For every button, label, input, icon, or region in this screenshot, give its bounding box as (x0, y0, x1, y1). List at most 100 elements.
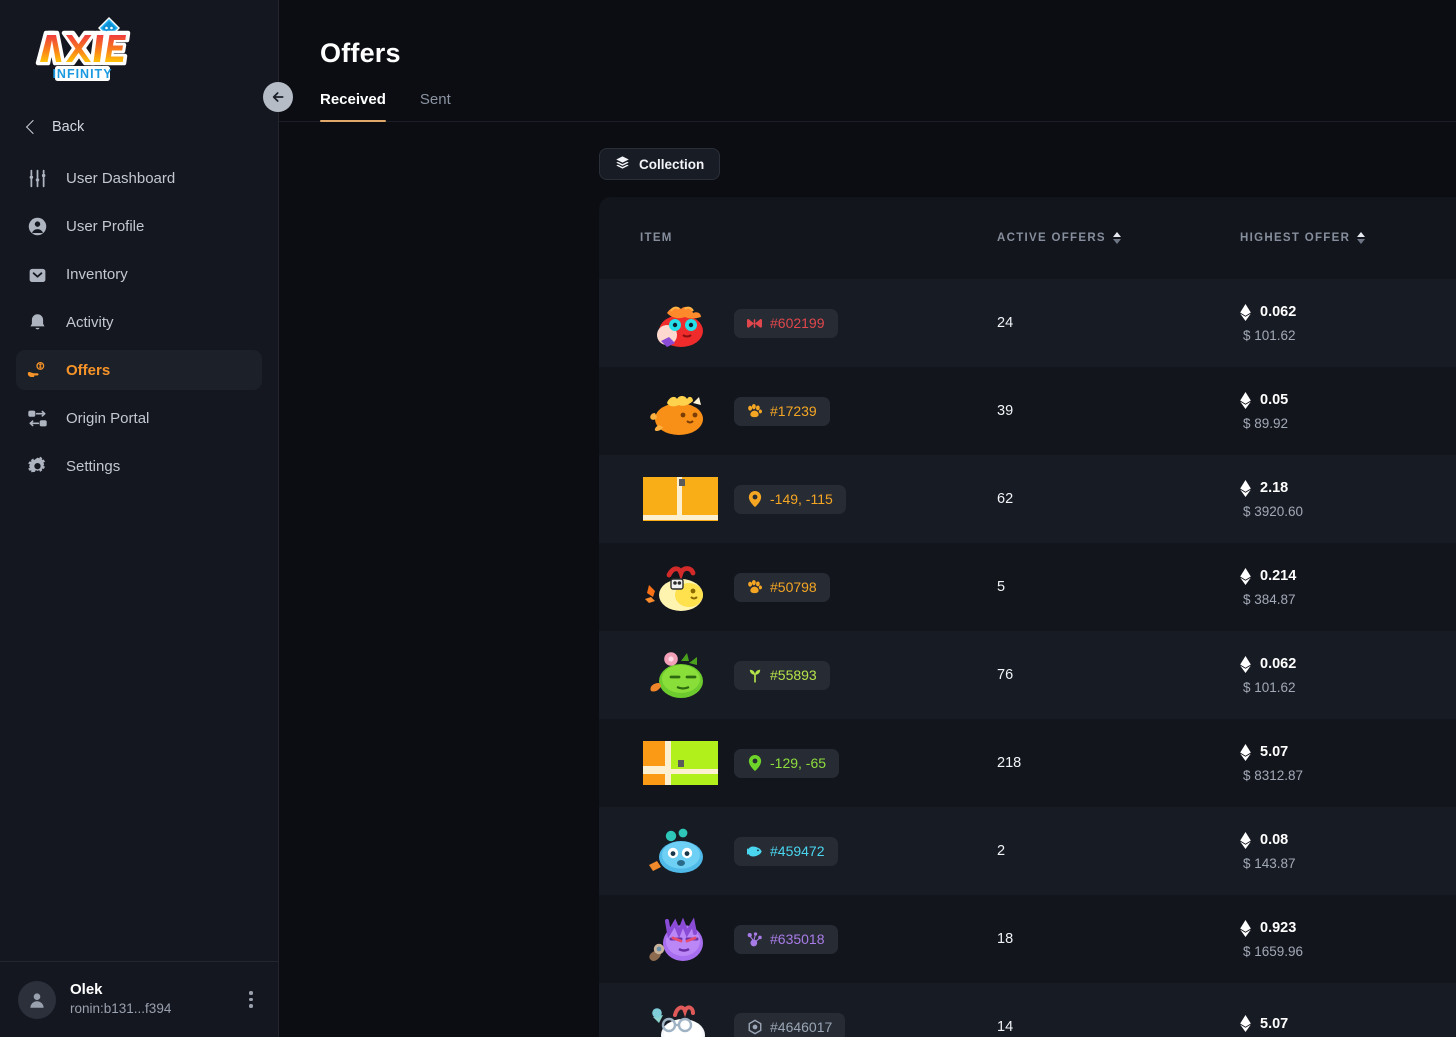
axie-white-mystic-icon (643, 1001, 715, 1037)
column-header-active-offers-label: ACTIVE OFFERS (997, 232, 1106, 244)
active-offers-value: 18 (997, 931, 1240, 947)
chevron-left-icon (26, 120, 40, 134)
sort-arrows-icon[interactable] (1113, 232, 1121, 244)
svg-text:INFINITY: INFINITY (52, 67, 112, 81)
sidebar-back-label: Back (52, 119, 84, 135)
item-badge-label: #635018 (770, 931, 825, 947)
sidebar-item-user-dashboard[interactable]: User Dashboard (16, 158, 262, 198)
sidebar-back-button[interactable]: Back (16, 110, 262, 144)
item-cell: #459472 (640, 825, 997, 877)
price-eth: 0.214 (1240, 568, 1456, 585)
price-eth-value: 5.07 (1260, 1016, 1288, 1032)
eth-icon (1240, 480, 1251, 497)
sidebar-item-settings[interactable]: Settings (16, 446, 262, 486)
active-offers-value: 218 (997, 755, 1240, 771)
item-thumbnail (640, 1001, 718, 1037)
bell-icon (26, 311, 48, 333)
paw-icon (747, 404, 762, 419)
active-offers-value: 14 (997, 1019, 1240, 1035)
sidebar-item-inventory[interactable]: Inventory (16, 254, 262, 294)
table-row[interactable]: #55893 76 0.062 $ 101.62 Accept Highest … (599, 631, 1456, 719)
axie-orange-beast-icon (643, 385, 715, 437)
table-row[interactable]: -129, -65 218 5.07 $ 8312.87 Accept High… (599, 719, 1456, 807)
item-badge: #459472 (734, 837, 838, 866)
table-row[interactable]: #17239 39 0.05 $ 89.92 Accept Highest Of… (599, 367, 1456, 455)
sprout-icon (747, 668, 762, 683)
land-plot-forest-icon (640, 739, 718, 787)
gem-icon (747, 1020, 762, 1035)
price-usd-value: $ 1659.96 (1240, 944, 1456, 959)
axie-logo-icon: INFINITY (24, 14, 136, 86)
axie-purple-dusk-icon (643, 913, 715, 965)
eth-icon (1240, 656, 1251, 673)
sort-arrows-icon[interactable] (1357, 232, 1365, 244)
kebab-menu-icon[interactable] (240, 991, 262, 1008)
sidebar: INFINITY Back User Dash (0, 0, 279, 1037)
sidebar-item-offers[interactable]: Offers (16, 350, 262, 390)
collection-filter-button[interactable]: Collection (599, 148, 720, 180)
axie-red-beast-icon (643, 297, 715, 349)
item-cell: #635018 (640, 913, 997, 965)
table-row[interactable]: #459472 2 0.08 $ 143.87 Accept Highest O… (599, 807, 1456, 895)
user-account-box[interactable]: Olek ronin:b131...f394 (0, 961, 278, 1037)
table-row[interactable]: #635018 18 0.923 $ 1659.96 Accept Highes… (599, 895, 1456, 983)
eth-icon (1240, 568, 1251, 585)
item-badge: #55893 (734, 661, 830, 690)
item-badge: -149, -115 (734, 485, 846, 514)
sidebar-item-label: User Profile (66, 218, 144, 235)
tab-sent[interactable]: Sent (420, 91, 451, 121)
column-header-active-offers[interactable]: ACTIVE OFFERS (997, 232, 1240, 244)
table-row[interactable]: -149, -115 62 2.18 $ 3920.60 Accept High… (599, 455, 1456, 543)
item-thumbnail (640, 385, 718, 437)
highest-offer-cell: 0.214 $ 384.87 (1240, 568, 1456, 607)
item-badge-label: #4646017 (770, 1019, 832, 1035)
eth-icon (1240, 1015, 1251, 1032)
item-badge: #602199 (734, 309, 838, 338)
item-cell: #55893 (640, 649, 997, 701)
axie-green-plant-icon (643, 649, 715, 701)
highest-offer-cell: 5.07 $ 8312.87 (1240, 744, 1456, 783)
portal-transfer-icon (26, 407, 48, 429)
brand-logo[interactable]: INFINITY (0, 0, 278, 110)
eth-icon (1240, 304, 1251, 321)
sidebar-item-label: Activity (66, 314, 114, 331)
item-badge: -129, -65 (734, 749, 839, 778)
sidebar-item-label: Settings (66, 458, 120, 475)
item-thumbnail (640, 913, 718, 965)
table-row[interactable]: #50798 5 0.214 $ 384.87 Accept Highest O… (599, 543, 1456, 631)
tab-received[interactable]: Received (320, 91, 386, 121)
price-usd-value: $ 143.87 (1240, 856, 1456, 871)
price-usd-value: $ 3920.60 (1240, 504, 1456, 519)
collection-filter-label: Collection (639, 157, 704, 172)
sidebar-item-origin-portal[interactable]: Origin Portal (16, 398, 262, 438)
column-header-highest-offer[interactable]: HIGHEST OFFER (1240, 232, 1456, 244)
main-content: Offers Received Sent Collection ITEM (279, 0, 1456, 1037)
item-badge: #50798 (734, 573, 830, 602)
price-eth: 0.062 (1240, 656, 1456, 673)
item-thumbnail (640, 737, 718, 789)
item-badge-label: #17239 (770, 403, 817, 419)
price-eth: 0.08 (1240, 832, 1456, 849)
sidebar-collapse-button[interactable] (263, 82, 293, 112)
table-row[interactable]: #602199 24 0.062 $ 101.62 Accept Highest… (599, 279, 1456, 367)
price-eth-value: 0.08 (1260, 832, 1288, 848)
sidebar-item-user-profile[interactable]: User Profile (16, 206, 262, 246)
price-usd-value: $ 101.62 (1240, 680, 1456, 695)
eth-icon (1240, 920, 1251, 937)
table-row[interactable]: #4646017 14 5.07 Accpet Highest Offer (599, 983, 1456, 1037)
item-badge: #17239 (734, 397, 830, 426)
gear-icon (26, 455, 48, 477)
item-cell: #4646017 (640, 1001, 997, 1037)
sidebar-item-activity[interactable]: Activity (16, 302, 262, 342)
price-eth-value: 0.05 (1260, 392, 1288, 408)
sidebar-item-label: User Dashboard (66, 170, 175, 187)
molecule-icon (747, 932, 762, 947)
sidebar-spacer (0, 494, 278, 961)
item-cell: #602199 (640, 297, 997, 349)
active-offers-value: 62 (997, 491, 1240, 507)
sidebar-item-label: Origin Portal (66, 410, 149, 427)
highest-offer-cell: 0.08 $ 143.87 (1240, 832, 1456, 871)
hand-coin-icon (26, 359, 48, 381)
offers-table: ITEM ACTIVE OFFERS HIGHEST OFFER (599, 197, 1456, 1037)
map-pin-icon (747, 756, 762, 771)
